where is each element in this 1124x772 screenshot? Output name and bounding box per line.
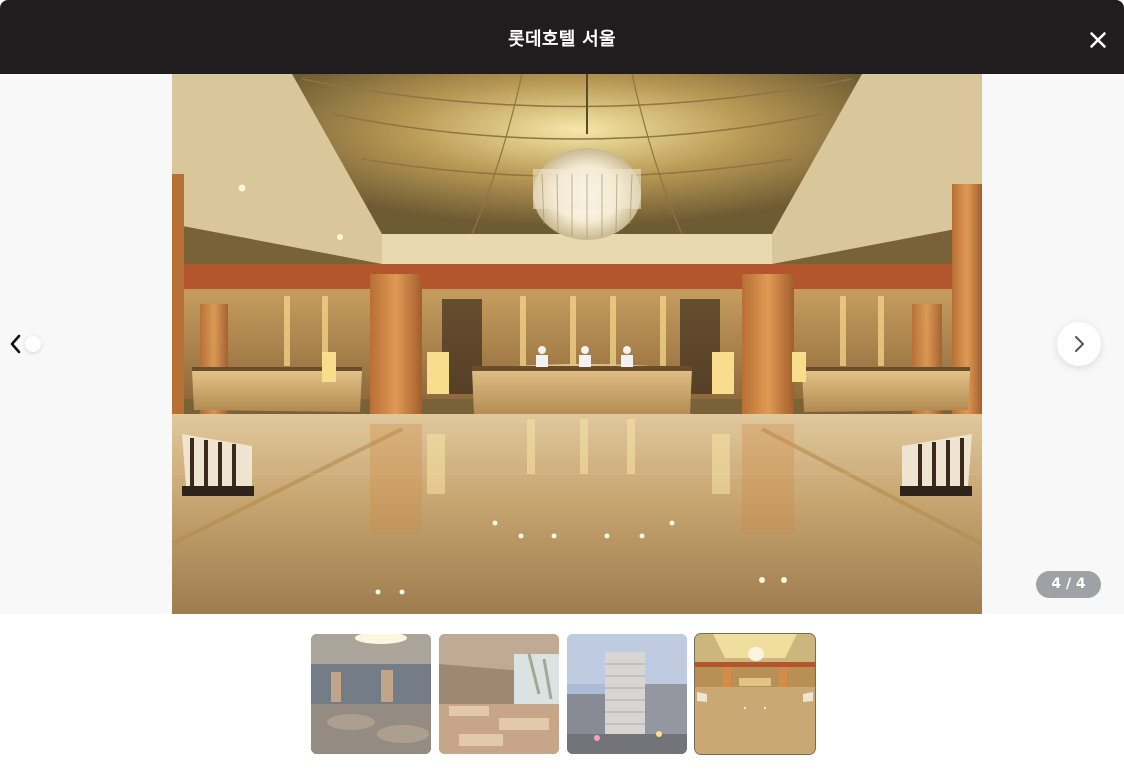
photo-counter-badge: 4 / 4 [1036, 571, 1101, 598]
exterior-thumbnail-image [567, 634, 687, 754]
cafe-thumbnail-image [439, 634, 559, 754]
chevron-right-icon [1075, 336, 1084, 352]
next-photo-button[interactable] [1057, 322, 1101, 366]
main-photo-lobby [172, 74, 982, 614]
previous-button-background [25, 336, 41, 352]
lobby-photo-illustration [172, 74, 982, 614]
photo-gallery-modal: 롯데호텔 서울 4 / 4 [0, 0, 1124, 772]
photo-stage: 4 / 4 [0, 74, 1124, 614]
restaurant-thumbnail-image [311, 634, 431, 754]
chevron-left-icon [10, 334, 21, 354]
gallery-header: 롯데호텔 서울 [0, 0, 1124, 74]
thumbnail-restaurant-dining[interactable] [311, 634, 431, 754]
lobby-thumbnail-image [695, 634, 815, 754]
previous-photo-button[interactable] [4, 330, 26, 358]
gallery-title: 롯데호텔 서울 [508, 29, 616, 50]
close-icon [1090, 32, 1106, 48]
thumbnail-hotel-exterior[interactable] [567, 634, 687, 754]
close-button[interactable] [1086, 28, 1110, 52]
thumbnail-lobby[interactable] [695, 634, 815, 754]
thumbnail-cafe-terrace[interactable] [439, 634, 559, 754]
